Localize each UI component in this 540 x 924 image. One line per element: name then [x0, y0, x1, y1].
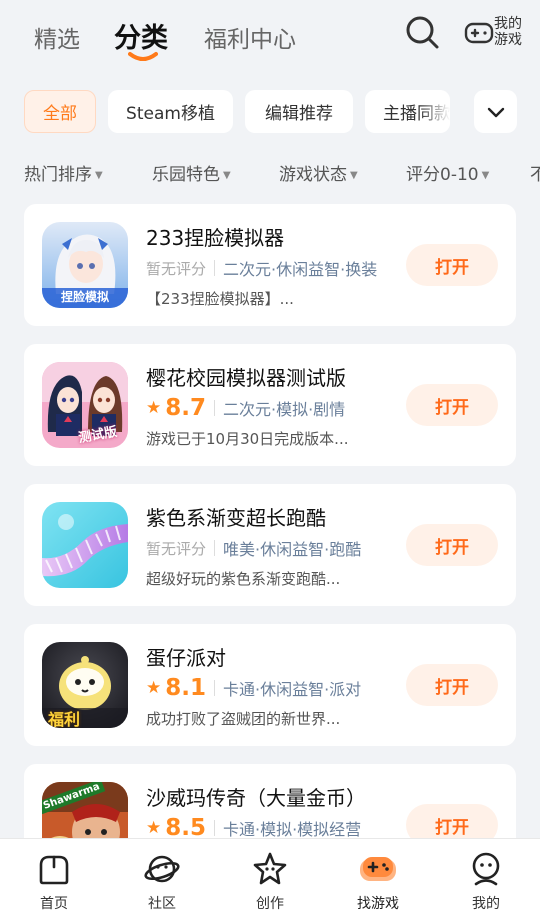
game-title: 紫色系渐变超长跑酷 [146, 506, 326, 530]
game-meta: ★ 8.5 卡通·模拟·模拟经营 [146, 816, 412, 840]
chevron-down-icon [487, 107, 504, 117]
filter-park-feature-label: 乐园特色 [152, 165, 220, 185]
tab-welfare-center[interactable]: 福利中心 [204, 20, 296, 54]
filter-game-status-label: 游戏状态 [279, 165, 347, 185]
caret-down-icon: ▼ [481, 170, 490, 181]
meta-divider [214, 260, 216, 276]
filter-more[interactable]: 不 [530, 160, 540, 185]
bottom-navigation: 首页 社区 创作 找游戏 我的 [0, 838, 540, 924]
game-description: 超级好玩的紫色系渐变跑酷... [146, 570, 341, 588]
category-chip-row: 全部 Steam移植 编辑推荐 主播同款 [0, 90, 540, 134]
game-title: 233捏脸模拟器 [146, 226, 285, 250]
no-rating-label: 暂无评分 [146, 539, 207, 558]
game-card[interactable]: 测试版 樱花校园模拟器测试版 ★ 8.7 二次元·模拟·剧情 游戏已于10月30… [24, 344, 516, 466]
game-tags: 卡通·模拟·模拟经营 [223, 820, 362, 839]
game-icon-sakura-school[interactable]: 测试版 [42, 362, 128, 448]
game-rating: 8.7 [165, 396, 206, 420]
game-icon-anime-girl[interactable]: 捏脸模拟 [42, 222, 128, 308]
star-icon: ★ [146, 678, 162, 698]
game-tags: 二次元·休闲益智·换装 [223, 260, 378, 279]
chip-all[interactable]: 全部 [24, 90, 96, 133]
no-rating-label: 暂无评分 [146, 259, 207, 278]
game-rating: 8.5 [165, 816, 206, 840]
open-button[interactable]: 打开 [406, 384, 498, 426]
caret-down-icon: ▼ [223, 170, 231, 181]
game-tags: 卡通·休闲益智·派对 [223, 680, 362, 699]
game-tags: 唯美·休闲益智·跑酷 [223, 540, 362, 559]
game-meta: 暂无评分 二次元·休闲益智·换装 [146, 256, 412, 280]
open-button[interactable]: 打开 [406, 244, 498, 286]
nav-find-games-label: 找游戏 [357, 896, 399, 912]
nav-home-label: 首页 [40, 896, 68, 912]
game-title: 沙威玛传奇（大量金币） [146, 786, 366, 810]
game-meta: ★ 8.7 二次元·模拟·剧情 [146, 396, 412, 420]
filter-sort[interactable]: 热门排序 ▼ [24, 160, 103, 185]
game-rating: 8.1 [165, 676, 206, 700]
game-meta: 暂无评分 唯美·休闲益智·跑酷 [146, 536, 412, 560]
filter-park-feature[interactable]: 乐园特色 ▼ [152, 160, 231, 185]
meta-divider [214, 820, 215, 836]
meta-divider [214, 680, 215, 696]
game-description: 成功打败了盗贼团的新世界... [146, 710, 341, 728]
chip-fade-overlay [420, 90, 450, 133]
home-icon [39, 855, 69, 885]
chip-steam-port[interactable]: Steam移植 [108, 90, 233, 133]
nav-community-label: 社区 [148, 896, 176, 912]
tab-featured[interactable]: 精选 [34, 20, 80, 54]
game-description: 【233捏脸模拟器】... [146, 290, 294, 308]
game-card[interactable]: 福利 蛋仔派对 ★ 8.1 卡通·休闲益智·派对 成功打败了盗贼团的新世界...… [24, 624, 516, 746]
star-icon: ★ [146, 818, 162, 838]
top-navigation: 精选 分类 福利中心 我的游戏 [0, 0, 540, 80]
game-card[interactable]: 捏脸模拟 233捏脸模拟器 暂无评分 二次元·休闲益智·换装 【233捏脸模拟器… [24, 204, 516, 326]
filter-sort-label: 热门排序 [24, 165, 92, 185]
nav-create[interactable]: 创作 [216, 839, 324, 924]
open-button[interactable]: 打开 [406, 664, 498, 706]
caret-down-icon: ▼ [350, 170, 358, 181]
my-games-gamepad-icon[interactable] [464, 18, 494, 48]
filter-more-label: 不 [530, 165, 540, 185]
caret-down-icon: ▼ [95, 170, 103, 181]
nav-profile-label: 我的 [472, 896, 500, 912]
game-meta: ★ 8.1 卡通·休闲益智·派对 [146, 676, 412, 700]
game-card[interactable]: 紫色系渐变超长跑酷 暂无评分 唯美·休闲益智·跑酷 超级好玩的紫色系渐变跑酷..… [24, 484, 516, 606]
gamepad-icon [360, 857, 396, 881]
game-tags: 二次元·模拟·剧情 [223, 400, 346, 419]
nav-find-games[interactable]: 找游戏 [324, 839, 432, 924]
active-tab-indicator [128, 52, 158, 61]
filter-row: 热门排序 ▼ 乐园特色 ▼ 游戏状态 ▼ 评分0-10 ▼ 不 [0, 158, 540, 188]
game-icon-eggy[interactable]: 福利 [42, 642, 128, 728]
nav-home[interactable]: 首页 [0, 839, 108, 924]
meta-divider [214, 400, 215, 416]
game-icon-caption: 捏脸模拟 [60, 290, 109, 304]
game-title: 蛋仔派对 [146, 646, 226, 670]
nav-create-label: 创作 [256, 896, 284, 912]
chip-editor-pick[interactable]: 编辑推荐 [245, 90, 353, 133]
star-icon: ★ [146, 398, 162, 418]
planet-icon [144, 855, 180, 883]
meta-divider [214, 540, 216, 556]
star-create-icon [253, 852, 287, 885]
game-icon-caption: 福利 [48, 710, 81, 728]
more-categories-button[interactable] [474, 90, 517, 133]
profile-icon [472, 852, 500, 886]
open-button[interactable]: 打开 [406, 524, 498, 566]
game-icon-purple-track[interactable] [42, 502, 128, 588]
search-icon[interactable] [404, 14, 440, 50]
my-games-label[interactable]: 我的游戏 [494, 16, 530, 48]
filter-rating[interactable]: 评分0-10 ▼ [406, 160, 489, 185]
filter-rating-label: 评分0-10 [406, 165, 479, 185]
game-description: 游戏已于10月30日完成版本... [146, 430, 349, 448]
nav-profile[interactable]: 我的 [432, 839, 540, 924]
nav-community[interactable]: 社区 [108, 839, 216, 924]
filter-game-status[interactable]: 游戏状态 ▼ [279, 160, 358, 185]
game-title: 樱花校园模拟器测试版 [146, 366, 346, 390]
